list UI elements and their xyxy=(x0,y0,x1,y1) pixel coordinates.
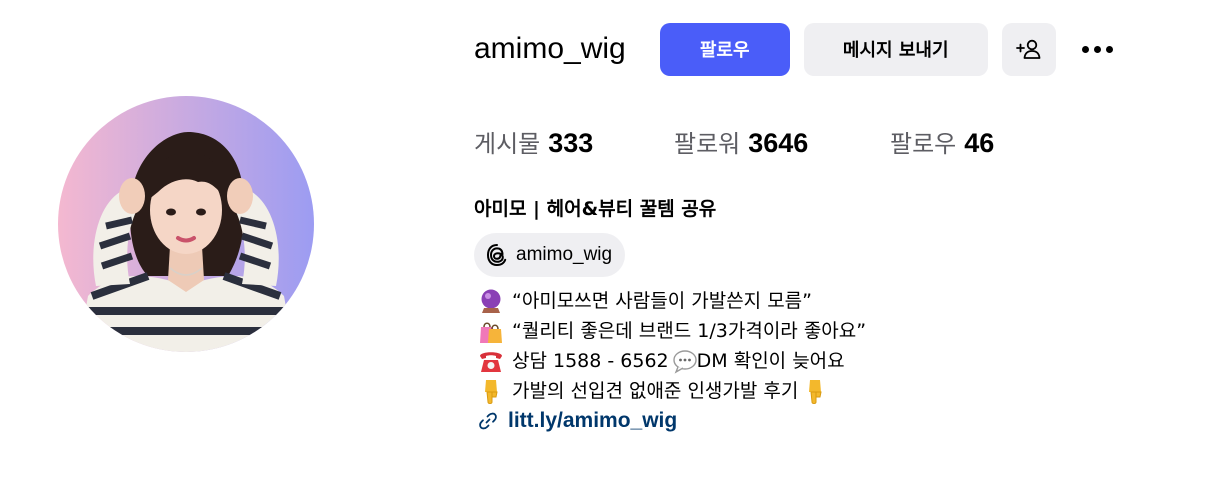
telephone-icon xyxy=(478,348,504,374)
pointing-down-icon xyxy=(802,378,826,404)
profile-photo xyxy=(58,96,314,352)
threads-badge[interactable]: amimo_wig xyxy=(474,233,626,277)
avatar[interactable] xyxy=(58,96,314,352)
followers-value: 3646 xyxy=(748,128,809,158)
profile-header-row: amimo_wig 팔로우 메시지 보내기 xyxy=(474,22,1113,76)
posts-label: 게시물 xyxy=(474,130,541,158)
bio-line-text: 가발의 선입견 없애준 인생가발 후기 xyxy=(512,380,799,402)
following-count[interactable]: 팔로우 46 xyxy=(890,124,994,159)
username: amimo_wig xyxy=(474,32,626,65)
bio-link[interactable]: litt.ly/amimo_wig xyxy=(508,406,677,436)
bio-line: “퀄리티 좋은데 브랜드 1/3가격이라 좋아요” xyxy=(478,316,866,346)
bio-line-text: DM 확인이 늦어요 xyxy=(696,350,845,372)
bio-line-text: “아미모쓰면 사람들이 가발쓴지 모름” xyxy=(512,290,813,312)
person-plus-icon xyxy=(1015,39,1041,59)
posts-value: 333 xyxy=(548,128,594,158)
following-label: 팔로우 xyxy=(890,130,957,158)
followers-count[interactable]: 팔로워 3646 xyxy=(674,124,890,159)
bio-line-text: “퀄리티 좋은데 브랜드 1/3가격이라 좋아요” xyxy=(512,320,867,342)
speech-bubble-icon xyxy=(672,348,697,374)
follow-button[interactable]: 팔로우 xyxy=(659,22,790,76)
posts-count: 게시물 333 xyxy=(474,124,674,159)
following-value: 46 xyxy=(964,128,995,158)
profile-display-name: 아미모 | 헤어&뷰티 꿀템 공유 xyxy=(474,198,717,220)
threads-icon xyxy=(486,243,508,267)
bio-line: 상담 1588 - 6562 DM 확인이 늦어요 xyxy=(478,346,866,376)
shopping-bags-icon xyxy=(478,318,504,344)
profile-stats: 게시물 333 팔로워 3646 팔로우 46 xyxy=(474,124,994,159)
threads-handle: amimo_wig xyxy=(516,244,613,265)
bio-text: “아미모쓰면 사람들이 가발쓴지 모름” “퀄리티 좋은데 브랜드 1/3가격이… xyxy=(478,286,866,436)
link-icon xyxy=(478,411,498,431)
message-button[interactable]: 메시지 보내기 xyxy=(803,22,988,76)
crystal-ball-icon xyxy=(478,288,504,314)
bio-line-text: 상담 1588 - 6562 xyxy=(512,350,669,372)
suggest-users-button[interactable] xyxy=(1001,22,1056,76)
bio-line: “아미모쓰면 사람들이 가발쓴지 모름” xyxy=(478,286,866,316)
bio-link-row[interactable]: litt.ly/amimo_wig xyxy=(478,406,866,436)
more-dots-icon[interactable] xyxy=(1081,23,1113,76)
bio-line: 가발의 선입견 없애준 인생가발 후기 xyxy=(478,376,866,406)
pointing-down-icon xyxy=(478,378,504,404)
followers-label: 팔로워 xyxy=(674,130,741,158)
